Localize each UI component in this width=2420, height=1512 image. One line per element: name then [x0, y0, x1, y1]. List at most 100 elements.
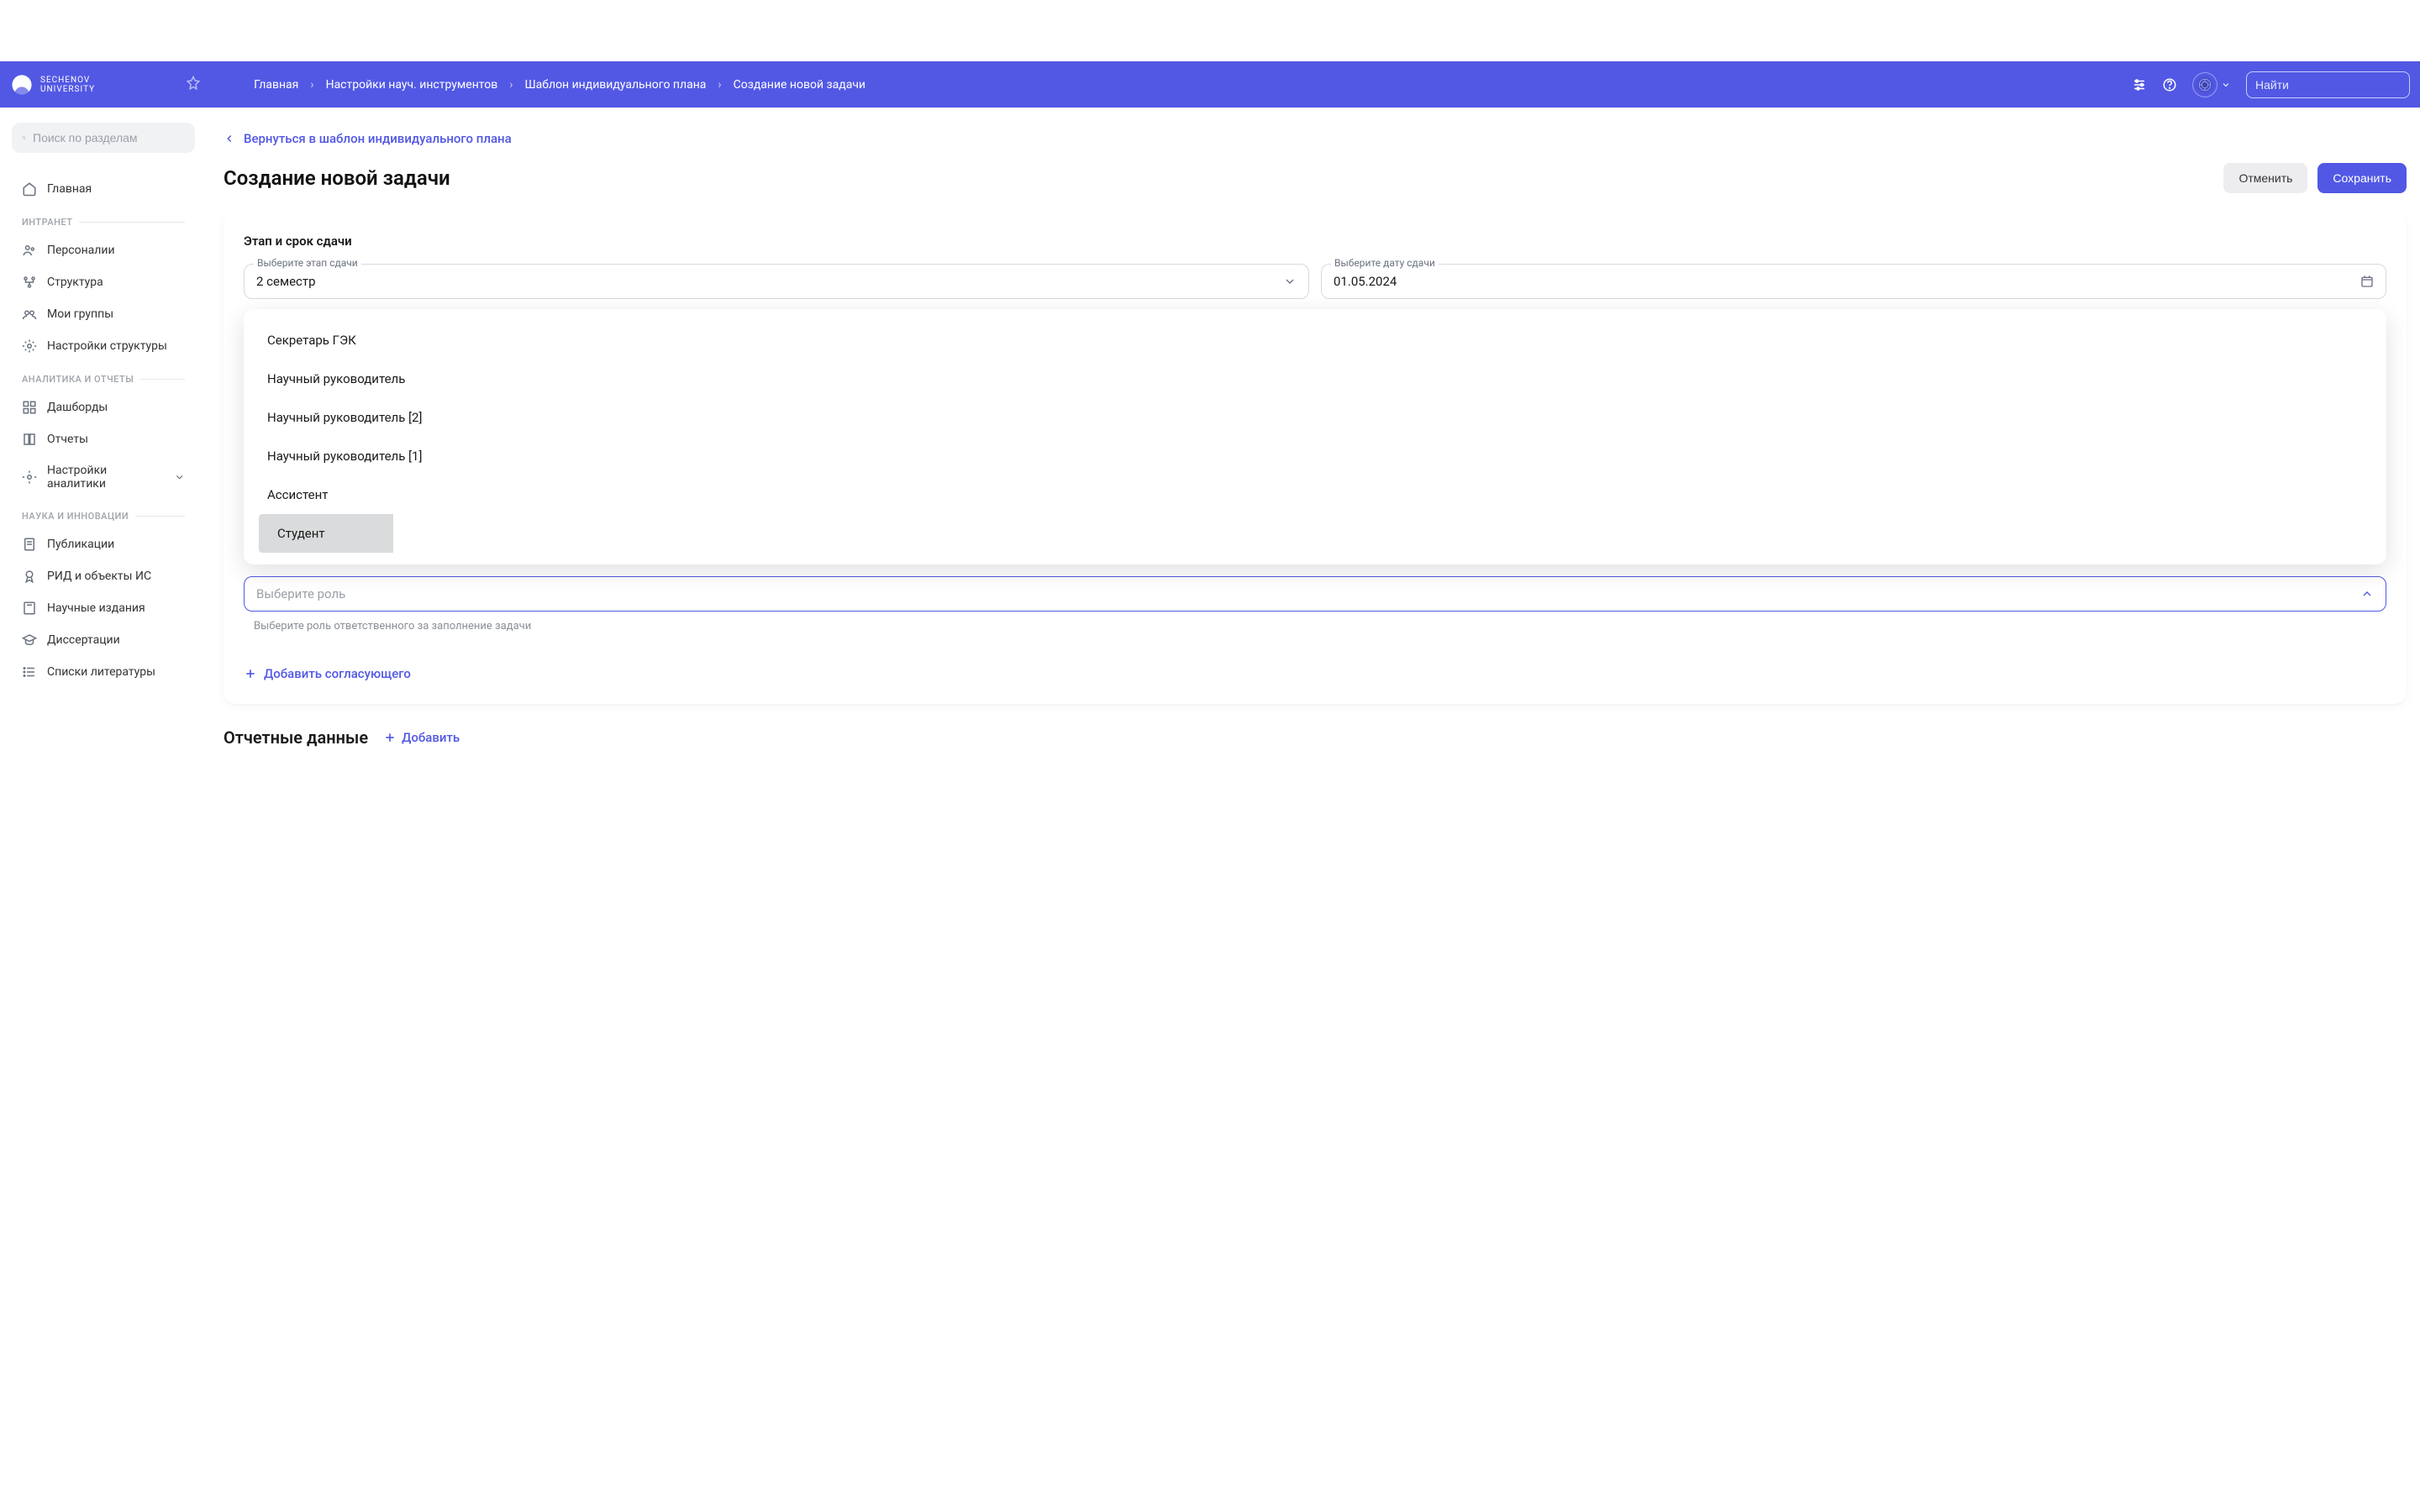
structure-icon	[22, 275, 37, 290]
nav-groups[interactable]: Мои группы	[12, 298, 195, 330]
role-placeholder: Выберите роль	[256, 586, 345, 601]
nav-section-intranet: ИНТРАНЕТ	[12, 205, 195, 234]
logo[interactable]: SECHENOV UNIVERSITY	[10, 73, 95, 97]
add-approver-link[interactable]: Добавить согласующего	[244, 666, 411, 681]
add-report-label: Добавить	[402, 730, 460, 745]
nav-label: Отчеты	[47, 433, 88, 446]
nav-personalities[interactable]: Персоналии	[12, 234, 195, 266]
back-link[interactable]: Вернуться в шаблон индивидуального плана	[224, 131, 512, 146]
dashboard-icon	[22, 400, 37, 415]
home-icon	[22, 181, 37, 197]
document-icon	[22, 537, 37, 552]
chevron-up-icon	[2360, 587, 2374, 601]
role-select[interactable]: Выберите роль	[244, 576, 2386, 612]
nav-label: Научные издания	[47, 601, 145, 615]
date-label: Выберите дату сдачи	[1331, 257, 1439, 269]
nav-dissertations[interactable]: Диссертации	[12, 624, 195, 656]
users-icon	[22, 243, 37, 258]
gear-icon	[22, 470, 37, 485]
nav-structure[interactable]: Структура	[12, 266, 195, 298]
nav-dashboards[interactable]: Дашборды	[12, 391, 195, 423]
app-header: SECHENOV UNIVERSITY Главная › Настройки …	[0, 61, 2420, 108]
nav-label: Главная	[47, 182, 92, 196]
list-icon	[22, 664, 37, 680]
add-approver-label: Добавить согласующего	[264, 666, 411, 681]
nav-reports[interactable]: Отчеты	[12, 423, 195, 455]
report-section-title: Отчетные данные	[224, 727, 368, 748]
role-option-1[interactable]: Научный руководитель	[249, 360, 2381, 398]
award-icon	[22, 569, 37, 584]
nav-ip[interactable]: РИД и объекты ИС	[12, 560, 195, 592]
role-option-4[interactable]: Ассистент	[249, 475, 2381, 514]
nav-label: Структура	[47, 276, 103, 289]
breadcrumb: Главная › Настройки науч. инструментов ›…	[254, 78, 865, 92]
main-content: Вернуться в шаблон индивидуального плана…	[207, 108, 2420, 781]
groups-icon	[22, 307, 37, 322]
book-icon	[22, 432, 37, 447]
add-report-button[interactable]: Добавить	[383, 730, 460, 745]
nav-label: Настройки аналитики	[47, 464, 164, 491]
nav-label: Персоналии	[47, 244, 115, 257]
gear-icon	[22, 339, 37, 354]
calendar-icon	[2360, 275, 2374, 288]
nav-analytics-settings[interactable]: Настройки аналитики	[12, 455, 195, 499]
settings-sliders-icon[interactable]	[2132, 77, 2147, 92]
role-dropdown: Секретарь ГЭК Научный руководитель Научн…	[244, 309, 2386, 564]
nav-section-analytics: АНАЛИТИКА И ОТЧЕТЫ	[12, 362, 195, 391]
stage-label: Выберите этап сдачи	[254, 257, 361, 269]
chevron-right-icon: ›	[718, 78, 721, 92]
nav-section-science: НАУКА И ИННОВАЦИИ	[12, 499, 195, 528]
search-icon	[22, 131, 26, 144]
chevron-down-icon	[1283, 275, 1297, 288]
save-button[interactable]: Сохранить	[2317, 163, 2407, 193]
nav-journals[interactable]: Научные издания	[12, 592, 195, 624]
chevron-down-icon	[2221, 80, 2231, 90]
nav-label: Публикации	[47, 538, 114, 551]
breadcrumb-item-3[interactable]: Создание новой задачи	[734, 78, 865, 92]
stage-card: Этап и срок сдачи Выберите этап сдачи 2 …	[224, 213, 2407, 704]
sidebar-search-input[interactable]	[33, 131, 185, 144]
nav-label: Списки литературы	[47, 665, 155, 679]
plus-icon	[383, 731, 397, 744]
role-option-3[interactable]: Научный руководитель [1]	[249, 437, 2381, 475]
breadcrumb-item-1[interactable]: Настройки науч. инструментов	[326, 78, 498, 92]
journal-icon	[22, 601, 37, 616]
logo-text: SECHENOV UNIVERSITY	[40, 76, 95, 94]
role-option-2[interactable]: Научный руководитель [2]	[249, 398, 2381, 437]
back-link-label: Вернуться в шаблон индивидуального плана	[244, 131, 512, 146]
sidebar: Главная ИНТРАНЕТ Персоналии Структура Мо…	[0, 108, 207, 781]
nav-bibliography[interactable]: Списки литературы	[12, 656, 195, 688]
search-input[interactable]	[2255, 78, 2407, 92]
user-menu[interactable]	[2192, 72, 2231, 97]
chevron-right-icon: ›	[310, 78, 313, 92]
sidebar-search[interactable]	[12, 123, 195, 153]
chevron-left-icon	[224, 133, 235, 144]
logo-icon	[10, 73, 34, 97]
nav-home[interactable]: Главная	[12, 173, 195, 205]
card-title: Этап и срок сдачи	[244, 234, 2386, 249]
date-value: 01.05.2024	[1334, 274, 1397, 289]
nav-publications[interactable]: Публикации	[12, 528, 195, 560]
nav-label: Мои группы	[47, 307, 113, 321]
role-helper: Выберите роль ответственного за заполнен…	[244, 620, 2386, 633]
date-input[interactable]: 01.05.2024	[1321, 264, 2386, 299]
avatar	[2192, 72, 2217, 97]
page-title: Создание новой задачи	[224, 166, 450, 190]
role-option-0[interactable]: Секретарь ГЭК	[249, 321, 2381, 360]
nav-label: Дашборды	[47, 401, 108, 414]
chevron-right-icon: ›	[509, 78, 513, 92]
stage-value: 2 семестр	[256, 274, 316, 289]
breadcrumb-item-2[interactable]: Шаблон индивидуального плана	[524, 78, 706, 92]
nav-structure-settings[interactable]: Настройки структуры	[12, 330, 195, 362]
plus-icon	[244, 667, 257, 680]
nav-label: Диссертации	[47, 633, 120, 647]
global-search[interactable]	[2246, 71, 2410, 98]
nav-label: Настройки структуры	[47, 339, 167, 353]
stage-select[interactable]: 2 семестр	[244, 264, 1309, 299]
graduation-icon	[22, 633, 37, 648]
breadcrumb-item-0[interactable]: Главная	[254, 78, 298, 92]
cancel-button[interactable]: Отменить	[2223, 163, 2307, 193]
help-icon[interactable]	[2162, 77, 2177, 92]
role-option-5[interactable]: Студент	[259, 514, 528, 553]
pin-icon[interactable]	[186, 76, 201, 94]
